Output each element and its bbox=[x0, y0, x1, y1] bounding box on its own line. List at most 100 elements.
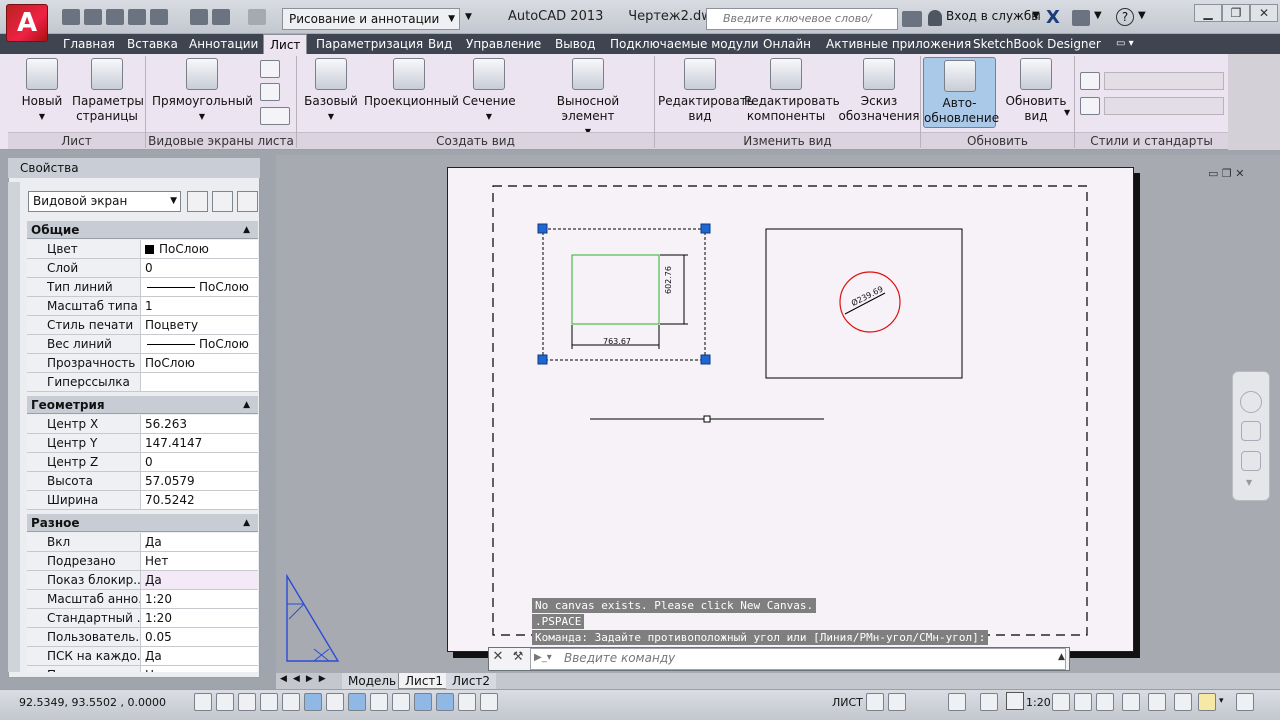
property-row[interactable]: ПСК на каждо... Да bbox=[27, 647, 258, 666]
toggle-pickadd-icon[interactable] bbox=[187, 191, 208, 212]
viewport-lock-dropdown-icon[interactable] bbox=[260, 107, 290, 125]
steering-wheel-icon[interactable] bbox=[1240, 391, 1262, 413]
property-row[interactable]: Гиперссылка bbox=[27, 373, 258, 392]
properties-title[interactable]: Свойства bbox=[8, 158, 260, 178]
object-snap-tracking-icon[interactable] bbox=[348, 693, 366, 711]
help-dropdown-icon[interactable]: ▼ bbox=[1138, 10, 1146, 21]
property-value[interactable]: ПоСлою bbox=[199, 278, 249, 296]
edit-view-button[interactable]: Редактировать вид bbox=[658, 58, 754, 124]
property-row[interactable]: Вкл Да bbox=[27, 533, 258, 552]
redo-icon[interactable] bbox=[248, 9, 266, 25]
lock-viewport-icon[interactable] bbox=[260, 83, 280, 101]
update-view-button[interactable]: Обновить вид bbox=[1002, 58, 1070, 124]
selection-cycling-icon[interactable] bbox=[480, 693, 498, 711]
object-snap-icon[interactable] bbox=[304, 693, 322, 711]
close-icon[interactable]: ✕ bbox=[490, 649, 506, 669]
base-view-button[interactable]: Базовый ▼ bbox=[302, 58, 360, 124]
section-view-button[interactable]: Сечение ▼ bbox=[460, 58, 518, 124]
application-menu-button[interactable]: A bbox=[6, 4, 48, 42]
property-row[interactable]: Слой 0 bbox=[27, 259, 258, 278]
property-row[interactable]: Стиль печати Поцвету bbox=[27, 316, 258, 335]
view-style-dropdown[interactable] bbox=[1104, 72, 1224, 90]
polar-tracking-icon[interactable] bbox=[282, 693, 300, 711]
wrench-icon[interactable]: ⚒ bbox=[510, 649, 526, 669]
maximize-viewport-icon[interactable] bbox=[948, 693, 966, 711]
auto-scale-icon[interactable] bbox=[1074, 693, 1092, 711]
pan-hand-icon[interactable] bbox=[1241, 421, 1261, 441]
transparency-icon[interactable] bbox=[436, 693, 454, 711]
workspace-dropdown[interactable]: Рисование и аннотации ▼ bbox=[282, 8, 460, 30]
property-row[interactable]: Стандартный ... 1:20 bbox=[27, 609, 258, 628]
dynamic-input-icon[interactable] bbox=[392, 693, 410, 711]
property-row[interactable]: Вес линий ПоСлою bbox=[27, 335, 258, 354]
property-value[interactable]: 1 bbox=[145, 297, 153, 315]
auto-update-button[interactable]: Авто-обновление bbox=[923, 57, 999, 128]
paper-space-toggle[interactable]: ЛИСТ bbox=[832, 696, 863, 709]
property-value[interactable]: 70.5242 bbox=[145, 491, 195, 509]
property-row[interactable]: Тип линий ПоСлою bbox=[27, 278, 258, 297]
section-misc[interactable]: Разное ▲ bbox=[27, 514, 258, 532]
tab-sketchbook[interactable]: SketchBook Designer bbox=[967, 34, 1107, 54]
projected-view-button[interactable]: Проекционный bbox=[364, 58, 459, 109]
symbol-sketch-button[interactable]: Эскиз обозначения bbox=[838, 58, 920, 124]
property-value[interactable]: ПоСлою bbox=[159, 240, 209, 258]
ribbon-minimize-icon[interactable]: ▭ ▾ bbox=[1110, 34, 1140, 54]
property-row[interactable]: Подрезано Нет bbox=[27, 552, 258, 571]
exchange-apps-icon[interactable]: X bbox=[1046, 7, 1060, 28]
annotation-visibility-icon[interactable] bbox=[1052, 693, 1070, 711]
property-value[interactable]: 1:20 bbox=[145, 590, 172, 608]
infer-constraints-icon[interactable] bbox=[194, 693, 212, 711]
quick-select-icon[interactable] bbox=[237, 191, 258, 212]
sheet-tab-layout2[interactable]: Лист2 bbox=[446, 673, 497, 689]
search-input[interactable]: Введите ключевое слово/фразу bbox=[706, 8, 898, 45]
help-icon[interactable]: ? bbox=[1116, 8, 1134, 26]
section-geometry[interactable]: Геометрия ▲ bbox=[27, 396, 258, 414]
quick-view-drawings-icon[interactable] bbox=[888, 693, 906, 711]
qat-save-icon[interactable] bbox=[106, 9, 124, 25]
view-style-icon[interactable] bbox=[1080, 72, 1100, 90]
new-layout-button[interactable]: Новый ▼ bbox=[18, 58, 66, 124]
show-lineweight-icon[interactable] bbox=[414, 693, 432, 711]
viewport-scale-icon[interactable] bbox=[1006, 692, 1024, 710]
property-value[interactable]: 1:20 bbox=[145, 609, 172, 627]
section-style-icon[interactable] bbox=[1080, 97, 1100, 115]
qat-print-icon[interactable] bbox=[190, 9, 208, 25]
property-value[interactable]: 0 bbox=[145, 453, 153, 471]
status-menu-icon[interactable]: ▾ bbox=[1219, 696, 1224, 706]
tab-online[interactable]: Онлайн bbox=[757, 34, 817, 54]
zoom-dropdown-icon[interactable]: ▼ bbox=[1246, 478, 1252, 487]
property-value[interactable]: Да bbox=[145, 647, 162, 665]
property-value[interactable]: 57.0579 bbox=[145, 472, 195, 490]
isolate-objects-icon[interactable] bbox=[1198, 693, 1216, 711]
close-button[interactable]: ✕ bbox=[1250, 4, 1278, 22]
viewport-window-controls[interactable]: ▭ ❐ ✕ bbox=[1208, 167, 1244, 180]
property-row[interactable]: Масштаб типа ...1 bbox=[27, 297, 258, 316]
sheet-tab-model[interactable]: Модель bbox=[342, 673, 403, 689]
command-history-dropdown-icon[interactable]: ▲ bbox=[1058, 652, 1065, 662]
signin-dropdown-icon[interactable]: ▼ bbox=[1032, 10, 1040, 21]
property-row[interactable]: Пользователь... 0.05 bbox=[27, 628, 258, 647]
property-row[interactable]: Центр X 56.263 bbox=[27, 415, 258, 434]
stay-connected-icon[interactable] bbox=[1072, 10, 1090, 26]
undo-icon[interactable] bbox=[212, 9, 230, 25]
ortho-mode-icon[interactable] bbox=[260, 693, 278, 711]
property-value[interactable]: Нет bbox=[145, 552, 168, 570]
tab-annotate[interactable]: Аннотации bbox=[183, 34, 264, 54]
property-value[interactable]: 147.4147 bbox=[145, 434, 202, 452]
select-objects-icon[interactable] bbox=[212, 191, 233, 212]
rectangular-viewport-button[interactable]: Прямоугольный ▼ bbox=[152, 58, 253, 124]
qat-plot-icon[interactable] bbox=[150, 9, 168, 25]
coordinate-readout[interactable]: 92.5349, 93.5502 , 0.0000 bbox=[19, 696, 166, 709]
page-setup-button[interactable]: Параметры страницы bbox=[72, 58, 144, 124]
property-row[interactable]: Перерисовать Нет bbox=[27, 666, 258, 672]
workspace-switching-icon[interactable] bbox=[1122, 693, 1140, 711]
sheet-tab-layout1[interactable]: Лист1 bbox=[398, 673, 451, 689]
grid-display-icon[interactable] bbox=[238, 693, 256, 711]
qat-new-icon[interactable] bbox=[62, 9, 80, 25]
tab-insert[interactable]: Вставка bbox=[121, 34, 184, 54]
property-row[interactable]: Цвет ПоСлою bbox=[27, 240, 258, 259]
qat-open-icon[interactable] bbox=[84, 9, 102, 25]
tab-layout[interactable]: Лист bbox=[263, 34, 308, 54]
tab-manage[interactable]: Управление bbox=[460, 34, 547, 54]
property-value[interactable]: Поцвету bbox=[145, 316, 198, 334]
